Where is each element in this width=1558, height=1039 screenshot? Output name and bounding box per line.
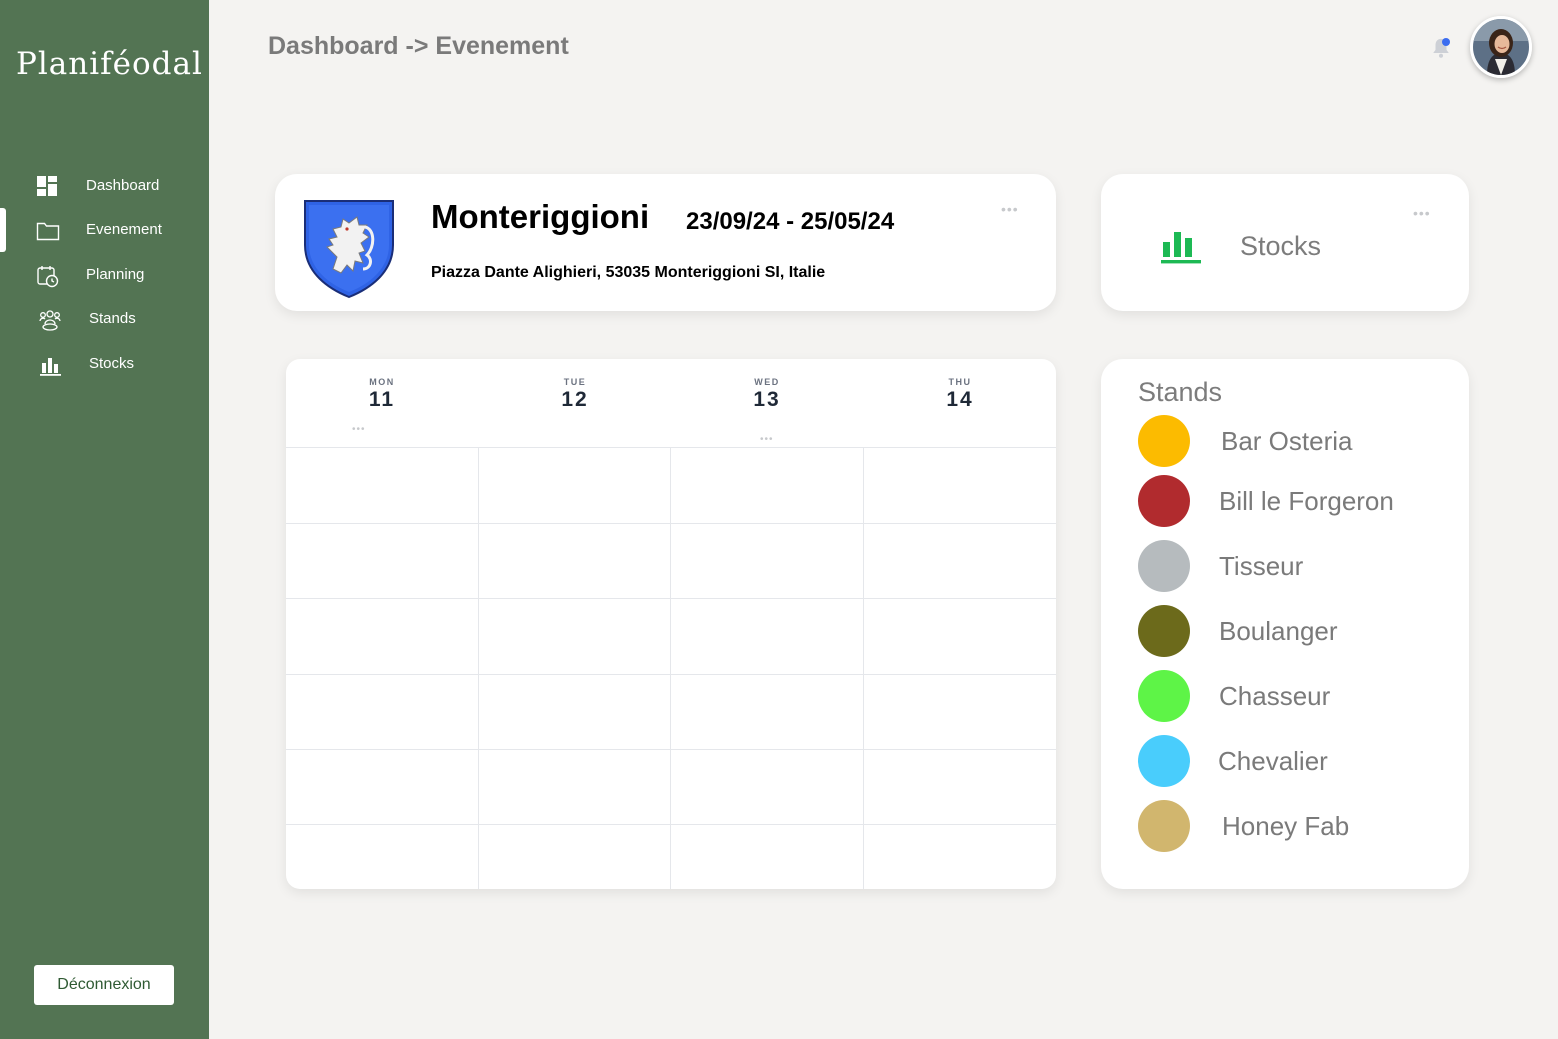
stocks-card[interactable]: Stocks ••• <box>1101 174 1469 311</box>
stand-label: Bar Osteria <box>1221 426 1353 456</box>
calendar-cell[interactable] <box>864 522 1057 596</box>
calendar-cell[interactable] <box>479 448 672 522</box>
stand-label: Honey Fab <box>1222 811 1350 841</box>
sidebar: Planiféodal Dashboard Evenement Planning <box>0 0 209 1039</box>
calendar-cell[interactable] <box>864 595 1057 669</box>
calendar-cell[interactable] <box>864 816 1057 889</box>
day-name: WED <box>754 377 780 387</box>
calendar-cell[interactable] <box>286 669 479 743</box>
sidebar-item-label: Stands <box>89 310 136 327</box>
calendar-cell[interactable] <box>286 595 479 669</box>
day-number: 14 <box>946 388 974 411</box>
stand-item[interactable]: Boulanger <box>1138 605 1458 659</box>
dashboard-icon <box>37 176 57 196</box>
calendar-cell[interactable] <box>286 448 479 522</box>
day-header-tue[interactable]: TUE 12 <box>545 377 605 412</box>
calendar-cell[interactable] <box>671 595 864 669</box>
sidebar-item-evenement[interactable]: Evenement <box>0 212 209 248</box>
stand-color-dot <box>1138 540 1190 592</box>
logout-button[interactable]: Déconnexion <box>34 965 174 1005</box>
day-header-mon[interactable]: MON 11 <box>352 377 412 412</box>
more-horizontal-icon[interactable]: ••• <box>352 425 366 435</box>
folder-icon <box>36 222 60 241</box>
day-name: TUE <box>563 377 587 387</box>
stand-color-dot <box>1138 605 1190 657</box>
event-title: Monteriggioni <box>431 198 650 235</box>
day-header-thu[interactable]: THU 14 <box>930 377 990 412</box>
day-name: MON <box>369 377 395 387</box>
calendar-cell[interactable] <box>479 816 672 889</box>
calendar-cell[interactable] <box>286 816 479 889</box>
calendar-cell[interactable] <box>671 448 864 522</box>
bar-chart-icon <box>40 358 61 376</box>
day-number: 13 <box>753 388 781 411</box>
calendar-clock-icon <box>37 266 59 288</box>
more-horizontal-icon[interactable]: ••• <box>1001 202 1019 216</box>
stand-color-dot <box>1138 735 1190 787</box>
stand-label: Chevalier <box>1218 746 1328 776</box>
stands-card: Stands Bar Osteria Bill le Forgeron Tiss… <box>1101 359 1469 889</box>
day-header-wed[interactable]: WED 13 <box>737 377 797 412</box>
event-card: Monteriggioni 23/09/24 - 25/05/24 Piazza… <box>275 174 1056 311</box>
breadcrumb: Dashboard -> Evenement <box>268 32 569 60</box>
more-horizontal-icon[interactable]: ••• <box>1413 206 1431 220</box>
sidebar-item-stocks[interactable]: Stocks <box>0 346 209 382</box>
sidebar-item-dashboard[interactable]: Dashboard <box>0 168 209 204</box>
stand-label: Tisseur <box>1219 551 1304 581</box>
sidebar-item-stands[interactable]: Stands <box>0 301 209 337</box>
sidebar-item-planning[interactable]: Planning <box>0 257 209 293</box>
calendar-cell[interactable] <box>864 448 1057 522</box>
calendar-cell[interactable] <box>286 522 479 596</box>
day-number: 11 <box>368 388 396 411</box>
bar-chart-icon <box>1161 232 1201 264</box>
calendar-cell[interactable] <box>479 595 672 669</box>
sidebar-item-label: Stocks <box>89 355 135 372</box>
stand-item[interactable]: Chevalier <box>1138 735 1458 789</box>
more-horizontal-icon[interactable]: ••• <box>760 435 774 445</box>
stands-title: Stands <box>1138 377 1223 407</box>
app-logo: Planiféodal <box>16 46 203 82</box>
stand-label: Chasseur <box>1219 681 1331 711</box>
sidebar-item-label: Dashboard <box>86 177 160 194</box>
stand-color-dot <box>1138 800 1190 852</box>
sidebar-item-label: Planning <box>86 266 145 283</box>
stand-label: Bill le Forgeron <box>1219 486 1394 516</box>
event-address: Piazza Dante Alighieri, 53035 Monteriggi… <box>431 264 826 281</box>
calendar-grid <box>286 447 1056 889</box>
stand-item[interactable]: Bar Osteria <box>1138 415 1458 469</box>
lion-crest-icon <box>304 200 394 299</box>
calendar-cell[interactable] <box>479 522 672 596</box>
sidebar-item-label: Evenement <box>86 221 162 238</box>
calendar-cell[interactable] <box>479 669 672 743</box>
stand-color-dot <box>1138 475 1190 527</box>
day-number: 12 <box>561 388 589 411</box>
notification-badge <box>1442 38 1450 46</box>
calendar-cell[interactable] <box>864 669 1057 743</box>
calendar-cell[interactable] <box>671 743 864 817</box>
calendar-cell[interactable] <box>864 743 1057 817</box>
calendar: MON 11 TUE 12 WED 13 THU 14 ••• ••• <box>286 359 1056 889</box>
stand-color-dot <box>1138 415 1190 467</box>
calendar-cell[interactable] <box>671 669 864 743</box>
stand-item[interactable]: Bill le Forgeron <box>1138 475 1458 529</box>
day-name: THU <box>948 377 972 387</box>
people-group-icon <box>39 310 61 331</box>
stand-color-dot <box>1138 670 1190 722</box>
calendar-cell[interactable] <box>479 743 672 817</box>
event-dates: 23/09/24 - 25/05/24 <box>686 208 895 235</box>
stand-item[interactable]: Chasseur <box>1138 670 1458 724</box>
stand-label: Boulanger <box>1219 616 1338 646</box>
calendar-cell[interactable] <box>671 522 864 596</box>
user-avatar[interactable] <box>1470 16 1532 78</box>
avatar-image <box>1473 19 1529 75</box>
calendar-cell[interactable] <box>286 743 479 817</box>
stocks-label: Stocks <box>1240 231 1322 261</box>
calendar-cell[interactable] <box>671 816 864 889</box>
stand-item[interactable]: Tisseur <box>1138 540 1458 594</box>
stand-item[interactable]: Honey Fab <box>1138 800 1458 854</box>
